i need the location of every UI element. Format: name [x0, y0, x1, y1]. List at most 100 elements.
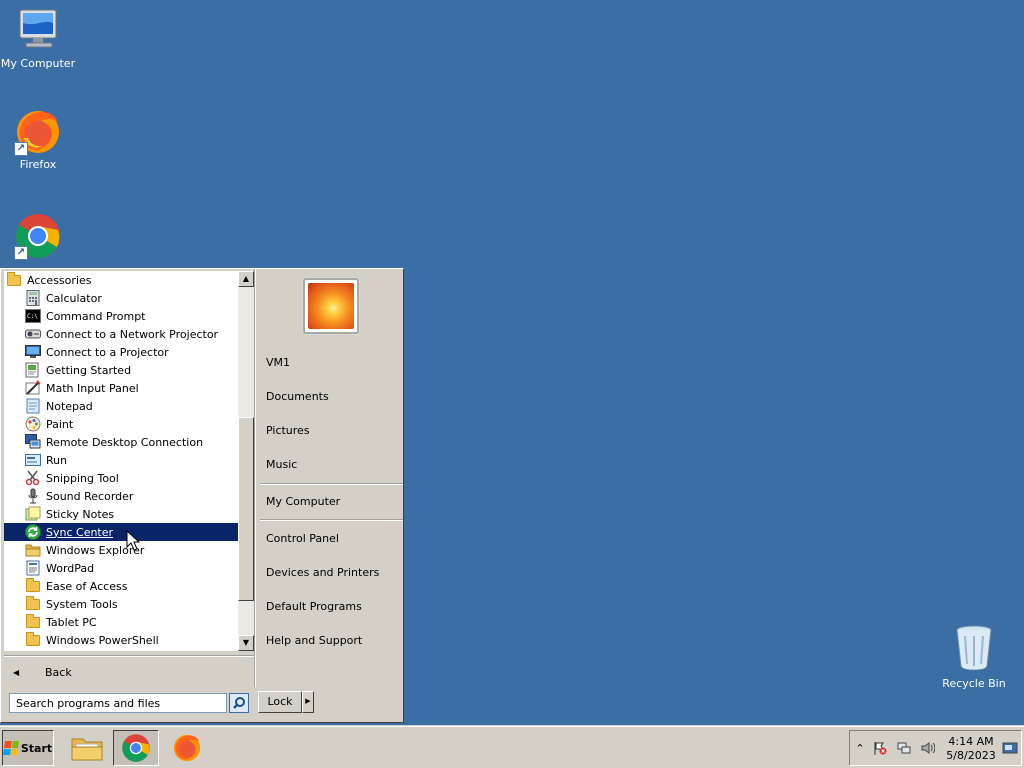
- program-label: Tablet PC: [46, 615, 97, 629]
- program-item-windows-powershell[interactable]: Windows PowerShell: [4, 631, 238, 649]
- snipping-tool-icon: [25, 470, 41, 486]
- volume-icon[interactable]: [920, 741, 936, 757]
- program-item-windows-explorer[interactable]: Windows Explorer: [4, 541, 238, 559]
- start-label: Start: [20, 741, 53, 755]
- program-item-paint[interactable]: Paint: [4, 415, 238, 433]
- flower-avatar-icon: [308, 283, 354, 329]
- program-item-system-tools[interactable]: System Tools: [4, 595, 238, 613]
- remote-desktop-icon: [25, 434, 41, 450]
- start-menu: Accessories Calculator C:\ Command Prompt Co…: [0, 268, 404, 723]
- taskbar-app-firefox[interactable]: [164, 730, 210, 766]
- program-item-ease-of-access[interactable]: Ease of Access: [4, 577, 238, 595]
- desktop-icon-label: My Computer: [0, 57, 76, 70]
- places-item-computer[interactable]: My Computer: [266, 495, 340, 508]
- program-item-run[interactable]: Run: [4, 451, 238, 469]
- program-item-connect-to-a-network-projector[interactable]: Connect to a Network Projector: [4, 325, 238, 343]
- taskbar-app-explorer[interactable]: [64, 730, 110, 766]
- program-label: Run: [46, 453, 68, 467]
- program-label: Connect to a Network Projector: [46, 327, 219, 341]
- folder-icon: [25, 577, 41, 594]
- back-label: Back: [45, 665, 72, 679]
- program-item-getting-started[interactable]: Getting Started: [4, 361, 238, 379]
- program-item-connect-to-a-projector[interactable]: Connect to a Projector: [4, 343, 238, 361]
- program-label: Snipping Tool: [46, 471, 119, 485]
- program-item-notepad[interactable]: Notepad: [4, 397, 238, 415]
- sync-center-icon: [25, 524, 41, 540]
- desktop-icon-chrome[interactable]: ↗: [0, 212, 76, 260]
- taskbar: Start ⌃ 4:14 AM 5/8/2023: [0, 726, 1024, 768]
- program-item-sound-recorder[interactable]: Sound Recorder: [4, 487, 238, 505]
- chrome-icon: [122, 734, 150, 762]
- program-label: System Tools: [46, 597, 118, 611]
- desktop-icon-label: Firefox: [19, 158, 57, 171]
- back-button[interactable]: ◀ Back: [7, 663, 247, 681]
- places-pane: VM1 Documents Pictures Music My Computer…: [255, 269, 403, 687]
- search-icon: [233, 697, 245, 709]
- program-label: Calculator: [46, 291, 102, 305]
- places-item-devices-printers[interactable]: Devices and Printers: [266, 566, 379, 579]
- places-item-help-support[interactable]: Help and Support: [266, 634, 362, 647]
- program-item-accessories[interactable]: Accessories: [4, 271, 238, 289]
- program-item-snipping-tool[interactable]: Snipping Tool: [4, 469, 238, 487]
- places-item-user[interactable]: VM1: [266, 356, 290, 369]
- program-item-remote-desktop-connection[interactable]: Remote Desktop Connection: [4, 433, 238, 451]
- program-item-sticky-notes[interactable]: Sticky Notes: [4, 505, 238, 523]
- notepad-icon: [25, 398, 41, 414]
- separator: [4, 655, 254, 657]
- network-icon[interactable]: [896, 741, 912, 757]
- search-input[interactable]: Search programs and files: [9, 693, 227, 713]
- program-item-math-input-panel[interactable]: Math Input Panel: [4, 379, 238, 397]
- desktop-icon-firefox[interactable]: ↗ Firefox: [0, 108, 76, 171]
- places-item-control-panel[interactable]: Control Panel: [266, 532, 339, 545]
- command-prompt-icon: C:\: [25, 308, 41, 324]
- search-button[interactable]: [229, 693, 249, 713]
- clock[interactable]: 4:14 AM 5/8/2023: [942, 735, 1000, 763]
- program-label: Remote Desktop Connection: [46, 435, 204, 449]
- taskbar-app-chrome[interactable]: [113, 730, 159, 766]
- desktop-icon-my-computer[interactable]: My Computer: [0, 8, 76, 70]
- paint-icon: [25, 416, 41, 432]
- notification-area: ⌃ 4:14 AM 5/8/2023: [849, 730, 1022, 766]
- places-item-music[interactable]: Music: [266, 458, 297, 471]
- desktop-icon-recycle-bin[interactable]: Recycle Bin: [936, 624, 1012, 690]
- places-item-pictures[interactable]: Pictures: [266, 424, 310, 437]
- lock-options-arrow-button[interactable]: ▶: [302, 691, 314, 713]
- places-item-default-programs[interactable]: Default Programs: [266, 600, 362, 613]
- show-hidden-icons-chevron-icon[interactable]: ⌃: [852, 741, 868, 757]
- firefox-icon: [173, 734, 201, 762]
- clock-time: 4:14 AM: [948, 735, 994, 748]
- program-list: Accessories Calculator C:\ Command Prompt Co…: [4, 271, 238, 651]
- start-button[interactable]: Start: [2, 730, 54, 766]
- wordpad-icon: [25, 560, 41, 576]
- program-label: Accessories: [27, 273, 92, 287]
- run-icon: [25, 452, 41, 468]
- scroll-thumb[interactable]: [238, 417, 254, 601]
- program-label: Sync Center: [46, 525, 114, 539]
- program-label: Getting Started: [46, 363, 132, 377]
- search-placeholder: Search programs and files: [16, 697, 161, 710]
- lock-button[interactable]: Lock: [258, 691, 302, 713]
- places-item-documents[interactable]: Documents: [266, 390, 329, 403]
- program-label: Connect to a Projector: [46, 345, 169, 359]
- program-label: Ease of Access: [46, 579, 128, 593]
- shortcut-arrow-icon: ↗: [14, 142, 28, 156]
- mouse-cursor-icon: [126, 530, 140, 551]
- program-list-scrollbar[interactable]: ▲ ▼: [238, 271, 254, 651]
- program-label: Notepad: [46, 399, 93, 413]
- scroll-down-button[interactable]: ▼: [238, 635, 254, 651]
- program-label: Windows PowerShell: [46, 633, 159, 647]
- program-item-sync-center[interactable]: Sync Center: [4, 523, 238, 541]
- action-center-flag-icon[interactable]: [872, 741, 888, 757]
- user-picture[interactable]: [303, 278, 359, 334]
- program-item-calculator[interactable]: Calculator: [4, 289, 238, 307]
- program-item-command-prompt[interactable]: C:\ Command Prompt: [4, 307, 238, 325]
- program-item-wordpad[interactable]: WordPad: [4, 559, 238, 577]
- windows-logo-icon: [2, 741, 19, 755]
- program-label: Sticky Notes: [46, 507, 115, 521]
- shortcut-arrow-icon: ↗: [14, 246, 28, 260]
- scroll-up-button[interactable]: ▲: [238, 271, 254, 287]
- show-desktop-icon[interactable]: [1002, 741, 1018, 757]
- folder-icon: [6, 271, 22, 288]
- network-projector-icon: [25, 326, 41, 342]
- program-item-tablet-pc[interactable]: Tablet PC: [4, 613, 238, 631]
